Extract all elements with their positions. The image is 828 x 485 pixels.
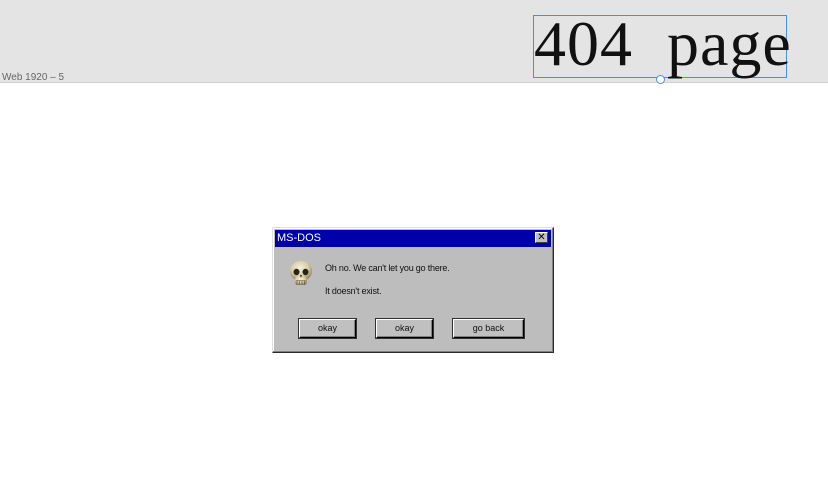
dialog-message-line1: Oh no. We can't let you go there. xyxy=(325,263,450,273)
dialog-titlebar[interactable]: MS-DOS ✕ xyxy=(275,230,551,247)
dialog-title: MS-DOS xyxy=(277,232,321,244)
okay-button-1[interactable]: okay xyxy=(299,319,356,338)
go-back-button[interactable]: go back xyxy=(453,319,524,338)
skull-icon xyxy=(290,261,312,285)
msdos-dialog: MS-DOS ✕ Oh no. We can't let you go ther… xyxy=(272,227,554,353)
close-icon[interactable]: ✕ xyxy=(535,232,548,243)
selection-handle[interactable] xyxy=(656,75,665,84)
dialog-message-line2: It doesn't exist. xyxy=(325,286,382,296)
page-title-text[interactable]: 404 page xyxy=(534,8,792,80)
okay-button-2[interactable]: okay xyxy=(376,319,433,338)
selected-text-box[interactable]: 404 page xyxy=(533,8,791,79)
